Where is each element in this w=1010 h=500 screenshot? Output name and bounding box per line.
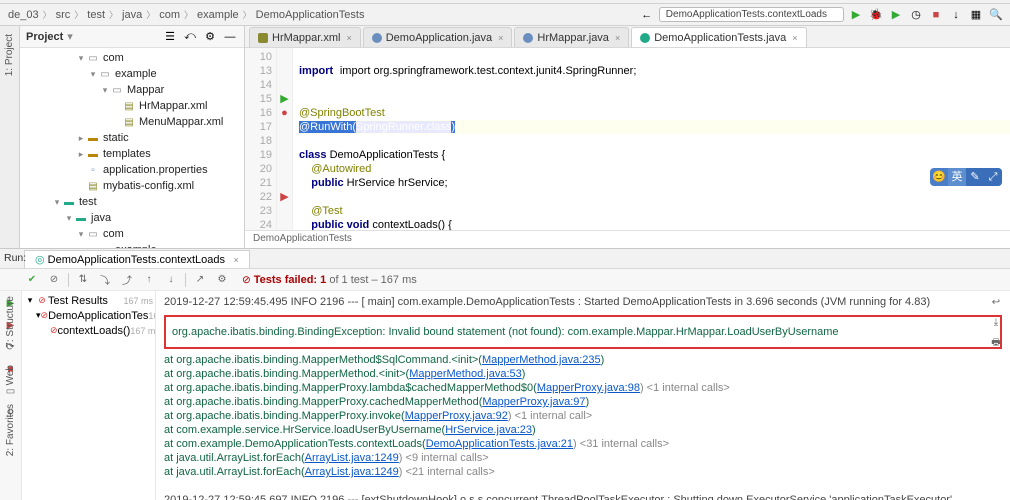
ime-indicator[interactable]: 😊英✎⤢: [930, 168, 1002, 186]
source-link[interactable]: MapperProxy.java:98: [537, 382, 640, 394]
source-link[interactable]: MapperProxy.java:92: [405, 410, 508, 422]
test-icon: [640, 33, 650, 43]
collapse-icon[interactable]: ⤺: [182, 29, 198, 45]
tool-project-tab[interactable]: 1: Project: [4, 30, 15, 80]
left-tool-stripe: 1: Project: [0, 26, 20, 248]
scroll-end-icon[interactable]: ⤓: [988, 315, 1004, 331]
project-tree[interactable]: ▾▭com ▾▭example ▾▭Mappar ▤HrMappar.xml ▤…: [20, 48, 244, 248]
editor-breadcrumb[interactable]: DemoApplicationTests: [245, 230, 1010, 248]
close-icon[interactable]: ×: [231, 255, 239, 265]
debug-icon[interactable]: 🐞: [868, 7, 884, 23]
source-link[interactable]: MapperProxy.java:97: [482, 396, 585, 408]
source-link[interactable]: DemoApplicationTests.java:21: [426, 438, 573, 450]
select-opened-icon[interactable]: ☰: [162, 29, 178, 45]
export-icon[interactable]: ↗: [192, 272, 208, 288]
print-icon[interactable]: 🖶: [988, 335, 1004, 351]
class-icon: [523, 33, 533, 43]
breadcrumb-item[interactable]: test: [85, 9, 107, 21]
exception-message: org.apache.ibatis.binding.BindingExcepti…: [164, 315, 1002, 349]
xml-icon: [258, 33, 268, 43]
tool-web-tab[interactable]: Web: [5, 361, 16, 389]
run-tab[interactable]: ◎ DemoApplicationTests.contextLoads ×: [24, 250, 250, 268]
collapse-icon[interactable]: ⤴: [119, 272, 135, 288]
show-passed-icon[interactable]: ✔: [24, 272, 40, 288]
editor-area: HrMappar.xml× DemoApplication.java× HrMa…: [245, 26, 1010, 248]
tree-node[interactable]: static: [103, 132, 129, 144]
tree-node[interactable]: com: [103, 228, 124, 240]
tree-node[interactable]: templates: [103, 148, 151, 160]
run-label: Run:: [4, 252, 26, 264]
tree-node[interactable]: application.properties: [103, 164, 208, 176]
tool-favorites-tab[interactable]: 2: Favorites: [5, 400, 16, 460]
close-icon[interactable]: ×: [792, 33, 797, 43]
source-link[interactable]: ArrayList.java:1249: [305, 466, 399, 478]
gutter-markers[interactable]: ▶ ● ▶: [277, 48, 293, 230]
gear-icon[interactable]: ⚙: [214, 272, 230, 288]
close-icon[interactable]: ×: [498, 33, 503, 43]
console-line: 2019-12-27 12:59:45.697 INFO 2196 --- [e…: [164, 493, 1002, 500]
breadcrumb-item[interactable]: com: [157, 9, 182, 21]
project-structure-icon[interactable]: ▦: [968, 7, 984, 23]
test-results-tree[interactable]: ▾⊘Test Results167 ms ▾⊘DemoApplicationTe…: [22, 291, 156, 500]
next-icon[interactable]: ↓: [163, 272, 179, 288]
test-node[interactable]: DemoApplicationTes: [48, 310, 148, 322]
breadcrumb-item[interactable]: DemoApplicationTests: [254, 9, 367, 21]
breadcrumb-item[interactable]: example: [195, 9, 241, 21]
back-icon[interactable]: ←: [639, 7, 655, 23]
close-icon[interactable]: ×: [346, 33, 351, 43]
coverage-icon[interactable]: ▶: [888, 7, 904, 23]
close-icon[interactable]: ×: [615, 33, 620, 43]
tree-node[interactable]: Mappar: [127, 84, 164, 96]
run-config-combo[interactable]: DemoApplicationTests.contextLoads: [659, 7, 844, 22]
error-gutter-icon[interactable]: ●: [277, 106, 292, 120]
source-link[interactable]: ArrayList.java:1249: [305, 452, 399, 464]
source-link[interactable]: HrService.java:23: [445, 424, 532, 436]
expand-icon[interactable]: ⤵: [97, 272, 113, 288]
code-editor[interactable]: import import org.springframework.test.c…: [293, 48, 1010, 230]
sort-icon[interactable]: ⇅: [75, 272, 91, 288]
editor-tab[interactable]: DemoApplicationTests.java×: [631, 27, 806, 47]
profile-icon[interactable]: ◷: [908, 7, 924, 23]
test-node[interactable]: contextLoads(): [58, 325, 131, 337]
stop-icon[interactable]: ■: [928, 7, 944, 23]
test-status: ⊘ Tests failed: 1 of 1 test – 167 ms: [242, 274, 417, 286]
test-node[interactable]: Test Results: [48, 295, 108, 307]
update-icon[interactable]: ↓: [948, 7, 964, 23]
class-icon: [372, 33, 382, 43]
search-icon[interactable]: 🔍: [988, 7, 1004, 23]
breadcrumb-item[interactable]: src: [54, 9, 73, 21]
source-link[interactable]: MapperMethod.java:53: [409, 368, 522, 380]
tree-node[interactable]: HrMappar.xml: [139, 100, 207, 112]
run-tool-window: Run: ◎ DemoApplicationTests.contextLoads…: [0, 248, 1010, 500]
tree-node[interactable]: example: [115, 68, 157, 80]
run-gutter-icon[interactable]: ▶: [277, 190, 292, 204]
tool-structure-tab[interactable]: 7: Structure: [5, 292, 16, 352]
editor-tab[interactable]: DemoApplication.java×: [363, 27, 513, 47]
panel-title: Project: [26, 31, 63, 43]
soft-wrap-icon[interactable]: ↩: [988, 295, 1004, 311]
breadcrumb-item[interactable]: de_03: [6, 9, 41, 21]
project-tool-window: Project ▾ ☰ ⤺ ⚙ — ▾▭com ▾▭example ▾▭Mapp…: [20, 26, 245, 248]
gear-icon[interactable]: ⚙: [202, 29, 218, 45]
navigation-bar: de_03〉 src〉 test〉 java〉 com〉 example〉 De…: [0, 4, 1010, 26]
tree-node[interactable]: java: [91, 212, 111, 224]
breadcrumb-item[interactable]: java: [120, 9, 144, 21]
prev-icon[interactable]: ↑: [141, 272, 157, 288]
run-icon[interactable]: ▶: [848, 7, 864, 23]
console-line: 2019-12-27 12:59:45.495 INFO 2196 --- [ …: [164, 295, 1002, 309]
editor-tabs: HrMappar.xml× DemoApplication.java× HrMa…: [245, 26, 1010, 48]
editor-tab[interactable]: HrMappar.java×: [514, 27, 629, 47]
console-output[interactable]: ↩ ⤓ 🖶 2019-12-27 12:59:45.495 INFO 2196 …: [156, 291, 1010, 500]
hide-icon[interactable]: —: [222, 29, 238, 45]
tree-node[interactable]: mybatis-config.xml: [103, 180, 194, 192]
tree-node[interactable]: com: [103, 52, 124, 64]
tree-node[interactable]: test: [79, 196, 97, 208]
editor-tab[interactable]: HrMappar.xml×: [249, 27, 361, 47]
tree-node[interactable]: MenuMappar.xml: [139, 116, 223, 128]
show-ignored-icon[interactable]: ⊘: [46, 272, 62, 288]
source-link[interactable]: MapperMethod.java:235: [482, 354, 601, 366]
run-gutter-icon[interactable]: ▶: [277, 92, 292, 106]
line-number-gutter[interactable]: 1013141516171819202122232425262728: [245, 48, 277, 230]
